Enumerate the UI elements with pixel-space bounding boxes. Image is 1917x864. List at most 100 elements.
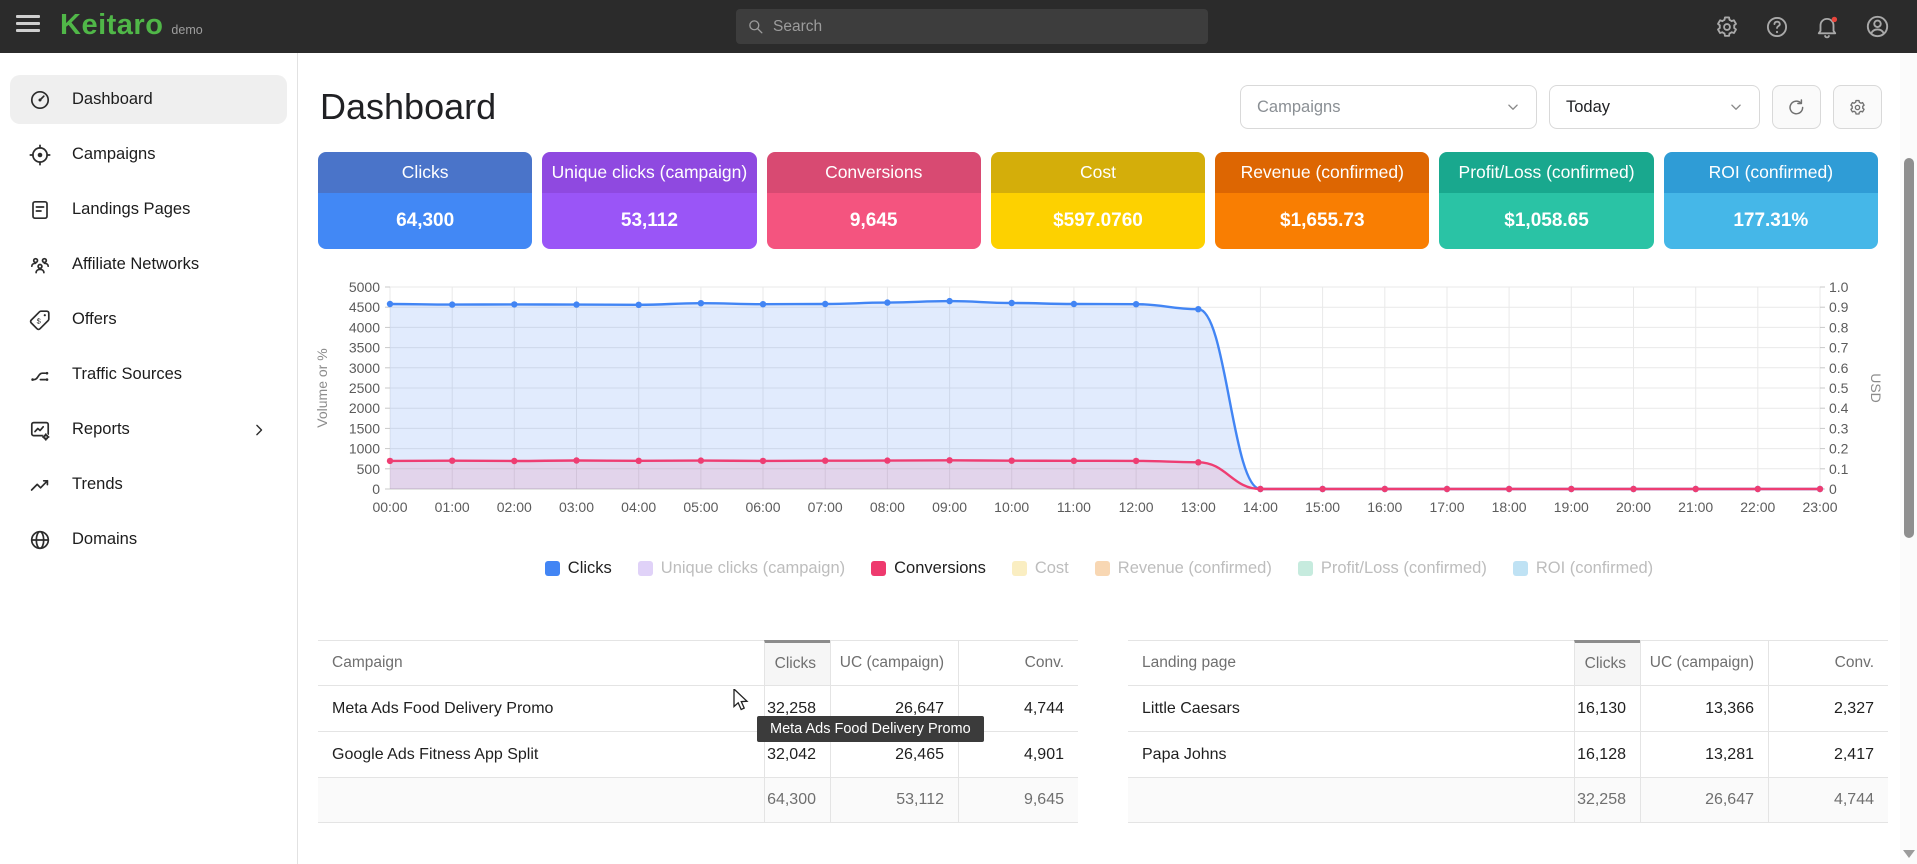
traffic-chart: 0500100015002000250030003500400045005000… xyxy=(299,281,1917,538)
column-header-clicks[interactable]: Clicks xyxy=(1574,640,1640,685)
menu-icon[interactable] xyxy=(16,15,40,37)
legend-label: Unique clicks (campaign) xyxy=(661,559,845,578)
svg-text:0.1: 0.1 xyxy=(1829,461,1849,477)
svg-text:00:00: 00:00 xyxy=(372,499,407,515)
svg-text:500: 500 xyxy=(357,461,381,477)
svg-text:03:00: 03:00 xyxy=(559,499,594,515)
legend-item[interactable]: Unique clicks (campaign) xyxy=(638,559,845,578)
legend-item[interactable]: Cost xyxy=(1012,559,1069,578)
refresh-button[interactable] xyxy=(1772,85,1821,129)
table-row[interactable]: Papa Johns16,12813,2812,417 xyxy=(1128,731,1888,777)
sidebar-item-label: Campaigns xyxy=(72,145,155,164)
date-range-select[interactable]: Today xyxy=(1549,85,1760,129)
totals-cell: 64,300 xyxy=(764,777,830,822)
page-scrollbar[interactable] xyxy=(1900,53,1917,864)
sidebar-item-label: Landings Pages xyxy=(72,200,190,219)
sidebar-item-dashboard[interactable]: Dashboard xyxy=(10,75,287,124)
svg-text:20:00: 20:00 xyxy=(1616,499,1651,515)
offers-icon: $ xyxy=(28,308,52,332)
sidebar-item-reports[interactable]: Reports xyxy=(10,405,287,454)
svg-text:0.6: 0.6 xyxy=(1829,360,1849,376)
dashboard-settings-button[interactable] xyxy=(1833,85,1882,129)
svg-text:09:00: 09:00 xyxy=(932,499,967,515)
legend-label: Clicks xyxy=(568,559,612,578)
settings-icon[interactable] xyxy=(1714,14,1740,40)
table-totals-row: 32,25826,6474,744 xyxy=(1128,777,1888,822)
stat-card-cost: Cost$597.0760 xyxy=(991,152,1205,249)
sidebar-item-label: Traffic Sources xyxy=(72,365,182,384)
sidebar-item-landings-pages[interactable]: Landings Pages xyxy=(10,185,287,234)
legend-item[interactable]: Revenue (confirmed) xyxy=(1095,559,1272,578)
table-cell: Little Caesars xyxy=(1128,685,1574,731)
table-cell: 2,327 xyxy=(1768,685,1888,731)
legend-swatch xyxy=(1095,561,1110,576)
totals-cell xyxy=(1128,777,1574,822)
legend-item[interactable]: Profit/Loss (confirmed) xyxy=(1298,559,1487,578)
svg-text:USD: USD xyxy=(1868,373,1884,403)
table-cell: Papa Johns xyxy=(1128,731,1574,777)
svg-text:2000: 2000 xyxy=(349,400,380,416)
column-header-landing-page[interactable]: Landing page xyxy=(1128,640,1574,685)
sidebar-item-label: Domains xyxy=(72,530,137,549)
totals-cell: 26,647 xyxy=(1640,777,1768,822)
table-header-row: CampaignClicksUC (campaign)Conv. xyxy=(318,640,1078,685)
notifications-bell-icon[interactable] xyxy=(1814,14,1840,40)
sidebar-item-offers[interactable]: $Offers xyxy=(10,295,287,344)
table-cell: 16,128 xyxy=(1574,731,1640,777)
legend-swatch xyxy=(1298,561,1313,576)
svg-text:$: $ xyxy=(37,316,42,325)
scrollbar-thumb[interactable] xyxy=(1904,158,1914,538)
column-header-conv[interactable]: Conv. xyxy=(1768,640,1888,685)
svg-text:0.3: 0.3 xyxy=(1829,420,1849,436)
page-title: Dashboard xyxy=(320,86,496,128)
svg-text:0.2: 0.2 xyxy=(1829,441,1849,457)
totals-cell: 9,645 xyxy=(958,777,1078,822)
global-search[interactable] xyxy=(736,9,1208,44)
brand[interactable]: Keitaro demo xyxy=(60,9,203,42)
stat-card-clicks: Clicks64,300 xyxy=(318,152,532,249)
sidebar-item-traffic-sources[interactable]: Traffic Sources xyxy=(10,350,287,399)
sidebar-item-trends[interactable]: Trends xyxy=(10,460,287,509)
svg-text:0.7: 0.7 xyxy=(1829,340,1849,356)
column-header-uc-campaign[interactable]: UC (campaign) xyxy=(1640,640,1768,685)
table-cell: Google Ads Fitness App Split xyxy=(318,731,764,777)
refresh-icon xyxy=(1786,97,1807,118)
help-icon[interactable] xyxy=(1764,14,1790,40)
account-icon[interactable] xyxy=(1864,13,1891,40)
scroll-down-arrow[interactable] xyxy=(1903,850,1915,858)
sidebar-item-domains[interactable]: Domains xyxy=(10,515,287,564)
stat-card-unique-clicks: Unique clicks (campaign)53,112 xyxy=(542,152,756,249)
domains-icon xyxy=(28,528,52,552)
column-header-uc-campaign[interactable]: UC (campaign) xyxy=(830,640,958,685)
svg-text:4000: 4000 xyxy=(349,319,380,335)
sidebar-item-campaigns[interactable]: Campaigns xyxy=(10,130,287,179)
sidebar-item-label: Reports xyxy=(72,420,130,439)
column-header-clicks[interactable]: Clicks xyxy=(764,640,830,685)
stat-card-value: $1,655.73 xyxy=(1215,193,1429,249)
legend-label: ROI (confirmed) xyxy=(1536,559,1653,578)
sidebar-item-label: Trends xyxy=(72,475,123,494)
stat-card-label: Revenue (confirmed) xyxy=(1215,152,1429,193)
campaigns-filter-select[interactable]: Campaigns xyxy=(1240,85,1537,129)
search-input[interactable] xyxy=(773,18,1198,36)
svg-text:1500: 1500 xyxy=(349,420,380,436)
svg-text:23:00: 23:00 xyxy=(1802,499,1837,515)
column-header-conv[interactable]: Conv. xyxy=(958,640,1078,685)
svg-text:16:00: 16:00 xyxy=(1367,499,1402,515)
stat-card-profit-loss: Profit/Loss (confirmed)$1,058.65 xyxy=(1439,152,1653,249)
table-row[interactable]: Little Caesars16,13013,3662,327 xyxy=(1128,685,1888,731)
totals-cell: 53,112 xyxy=(830,777,958,822)
svg-text:4500: 4500 xyxy=(349,299,380,315)
svg-text:0.4: 0.4 xyxy=(1829,400,1849,416)
legend-item[interactable]: Clicks xyxy=(545,559,612,578)
table-cell: Meta Ads Food Delivery Promo xyxy=(318,685,764,731)
table-header-row: Landing pageClicksUC (campaign)Conv. xyxy=(1128,640,1888,685)
svg-text:01:00: 01:00 xyxy=(435,499,470,515)
legend-item[interactable]: ROI (confirmed) xyxy=(1513,559,1653,578)
column-header-campaign[interactable]: Campaign xyxy=(318,640,764,685)
legend-item[interactable]: Conversions xyxy=(871,559,986,578)
svg-text:5000: 5000 xyxy=(349,281,380,295)
sidebar-item-affiliate-networks[interactable]: Affiliate Networks xyxy=(10,240,287,289)
legend-swatch xyxy=(871,561,886,576)
legend-label: Revenue (confirmed) xyxy=(1118,559,1272,578)
